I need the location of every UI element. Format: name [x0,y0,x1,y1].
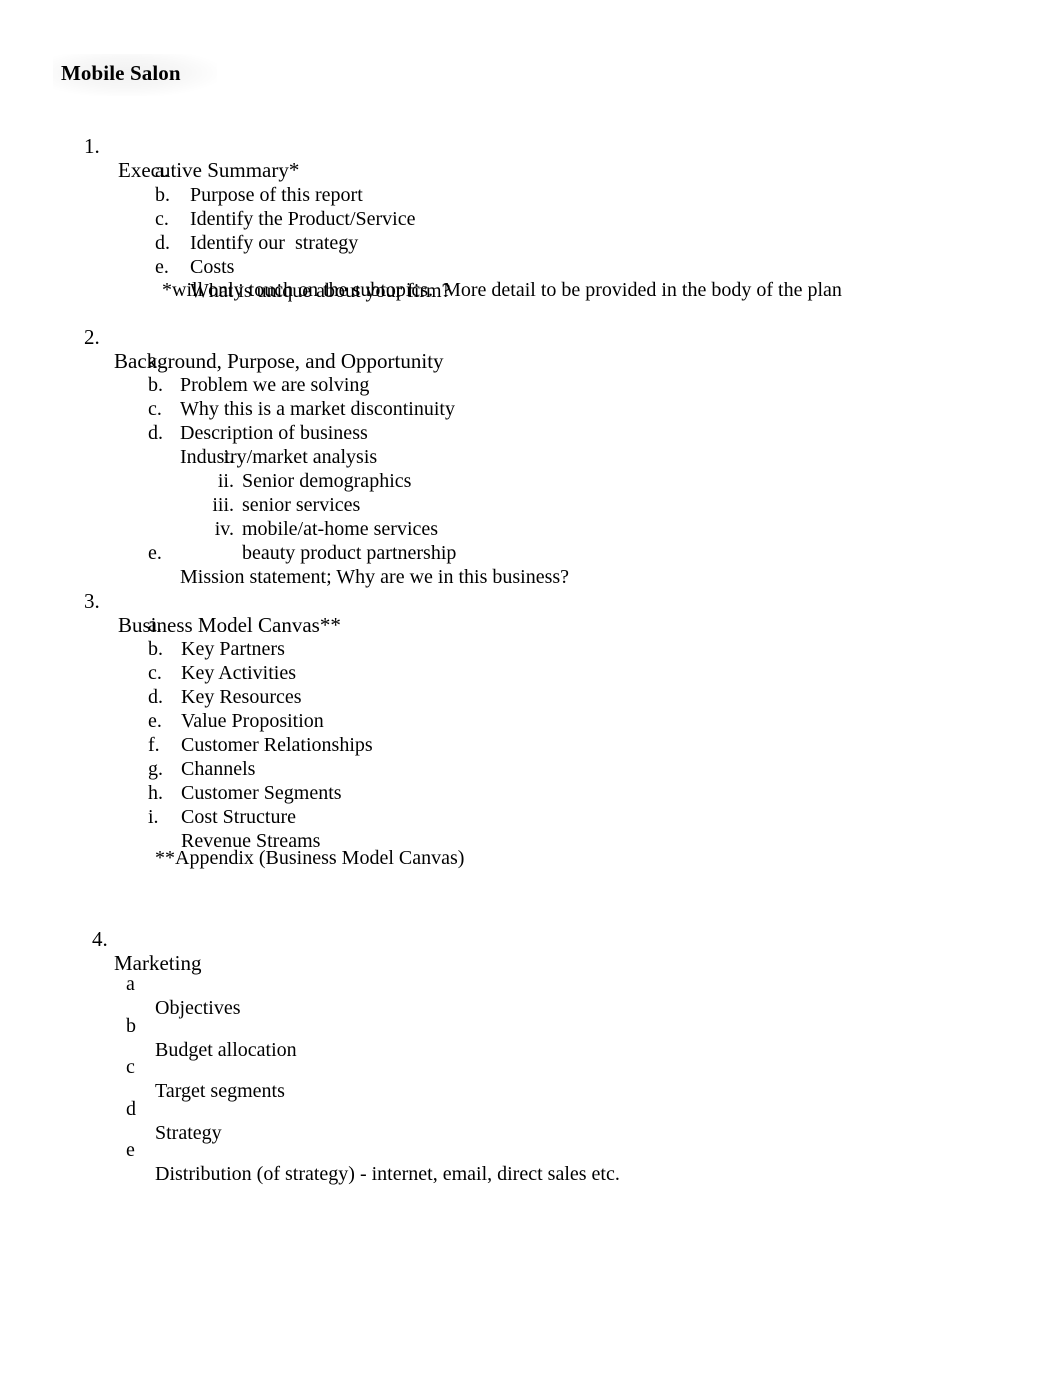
list-marker: 4. [92,927,108,951]
list-item-label: Customer Relationships [181,734,373,756]
sub-list-item-label: Senior demographics [242,470,412,492]
outline-section-4: 4. Marketing [92,903,201,999]
list-item-label: Purpose of this report [190,184,363,206]
list-item-label: Objectives [155,997,241,1019]
page-title: Mobile Salon [61,61,181,85]
list-item-label: Value Proposition [181,710,324,732]
list-item-label: Executive Summary* [118,158,300,182]
outline-section-3: 3. Business Model Canvas** [84,565,341,661]
list-marker: e. [148,542,162,564]
list-marker: d. [148,422,163,444]
list-item-label: Problem we are solving [180,374,370,396]
section-1-footnote: *will only touch on the subtopics. More … [162,254,842,326]
sub-list-item-label: beauty product partnership [242,542,457,564]
list-marker: iv. [214,518,234,540]
list-item-label: Budget allocation [155,1039,297,1061]
list-item-label: Strategy [155,1122,222,1144]
section-3-footnote: **Appendix (Business Model Canvas) [155,822,464,894]
list-item-label: Customer Segments [181,782,342,804]
list-item-label: Key Resources [181,686,302,708]
list-item-label: Channels [181,758,256,780]
list-marker: e [126,1139,135,1161]
list-item-label: Why this is a market discontinuity [180,398,455,420]
list-marker: 3. [84,589,100,613]
list-item-label: Key Partners [181,638,285,660]
list-item: e Distribution (of strategy) - internet,… [126,1114,620,1210]
list-item-label: Target segments [155,1080,285,1102]
list-marker: 2. [84,325,100,349]
list-item-label: Mission statement; Why are we in this bu… [180,566,570,588]
list-item-label: Identify the Product/Service [190,208,416,230]
sub-list-item-label: mobile/at-home services [242,518,439,540]
footnote-text: *will only touch on the subtopics. More … [162,279,842,301]
sub-list-item-label: senior services [242,494,361,516]
document-page: Mobile Salon 1. Executive Summary* a. Pu… [0,0,1062,1377]
outline-section-2: 2. Background, Purpose, and Opportunity [84,301,444,397]
list-item-label: Key Activities [181,662,296,684]
list-item-label: Cost Structure [181,806,296,828]
list-item-label: Distribution (of strategy) - internet, e… [155,1163,620,1185]
footnote-text: **Appendix (Business Model Canvas) [155,847,465,869]
list-item-label: Identify our strategy [190,232,359,254]
list-item: d. Industry/market analysis [148,397,377,493]
page-title-wrapper: Mobile Salon [53,54,217,96]
list-item-label: Costs [190,256,235,278]
outline-section-1: 1. Executive Summary* [84,110,299,206]
list-marker: 1. [84,134,100,158]
